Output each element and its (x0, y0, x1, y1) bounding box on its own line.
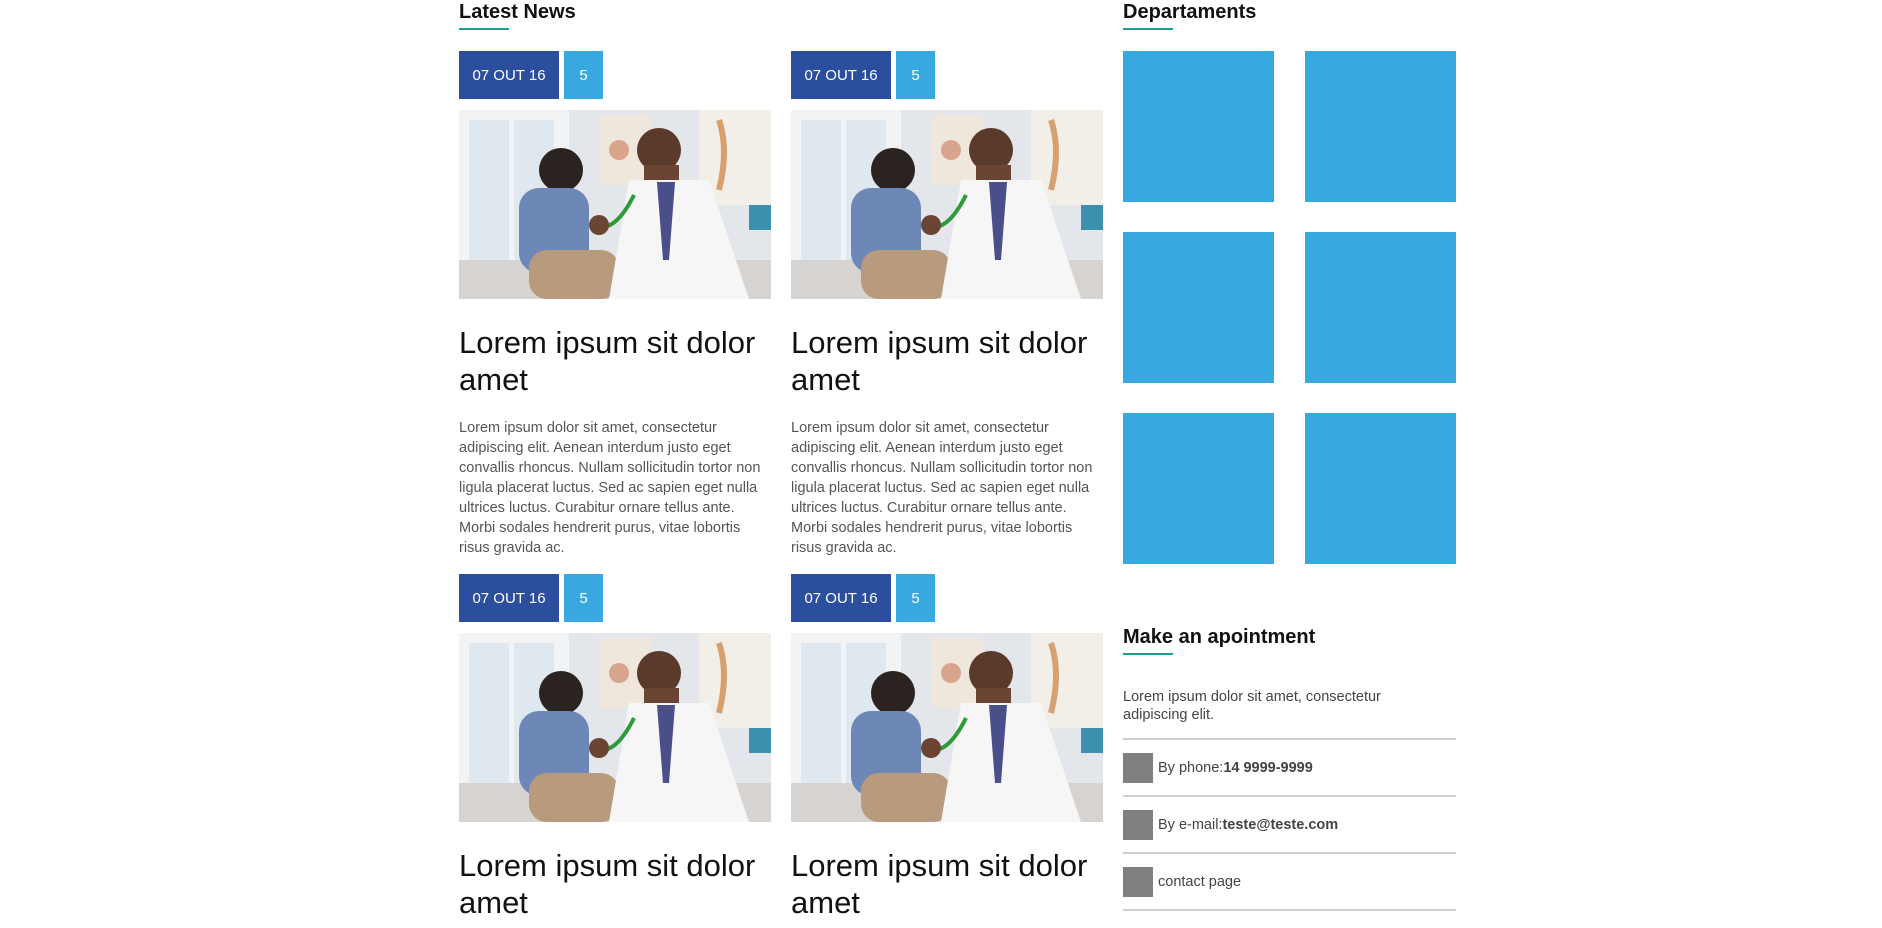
contact-icon (1123, 866, 1153, 897)
contact-row-page[interactable]: contact page (1123, 854, 1456, 911)
news-card[interactable]: 07 OUT 16 5 (791, 574, 1103, 921)
doctor-child-photo (791, 633, 1103, 822)
page-content: Latest News 07 OUT 16 5 Lorem ipsum sit … (459, 0, 1456, 928)
phone-value[interactable]: 14 9999-9999 (1223, 760, 1313, 776)
department-tile[interactable] (1305, 232, 1456, 383)
appointment-description: Lorem ipsum dolor sit amet, consectetur … (1123, 689, 1381, 723)
card-meta: 07 OUT 16 5 (459, 574, 771, 622)
email-icon (1123, 809, 1153, 840)
card-meta: 07 OUT 16 5 (459, 51, 771, 99)
comment-count-badge[interactable]: 5 (896, 51, 935, 99)
department-tile[interactable] (1123, 413, 1274, 564)
departments-title: Departaments (1123, 1, 1257, 23)
latest-news-title: Latest News (459, 1, 576, 23)
doctor-child-photo (459, 110, 771, 299)
sidebar: Departaments Make an apointment Lorem ip… (1123, 0, 1456, 911)
news-title[interactable]: Lorem ipsum sit dolor amet (791, 324, 1103, 398)
email-value[interactable]: teste@teste.com (1222, 817, 1338, 833)
phone-icon (1123, 752, 1153, 783)
date-badge: 07 OUT 16 (791, 574, 891, 622)
date-badge: 07 OUT 16 (459, 574, 559, 622)
card-meta: 07 OUT 16 5 (791, 574, 1103, 622)
news-image[interactable] (459, 110, 771, 299)
card-meta: 07 OUT 16 5 (791, 51, 1103, 99)
news-card[interactable]: 07 OUT 16 5 (791, 51, 1103, 558)
contact-label: By phone: (1158, 759, 1224, 776)
news-title[interactable]: Lorem ipsum sit dolor amet (791, 847, 1103, 921)
news-title[interactable]: Lorem ipsum sit dolor amet (459, 847, 771, 921)
title-underline (459, 28, 509, 30)
news-image[interactable] (459, 633, 771, 822)
news-excerpt: Lorem ipsum dolor sit amet, consectetur … (459, 420, 761, 556)
department-tile[interactable] (1123, 51, 1274, 202)
date-badge: 07 OUT 16 (459, 51, 559, 99)
news-title[interactable]: Lorem ipsum sit dolor amet (459, 324, 771, 398)
news-card[interactable]: 07 OUT 16 5 (459, 574, 771, 921)
title-underline (1123, 653, 1173, 655)
department-tile[interactable] (1123, 232, 1274, 383)
appointment-section: Make an apointment Lorem ipsum dolor sit… (1123, 625, 1456, 911)
department-tile[interactable] (1305, 413, 1456, 564)
contact-row-phone[interactable]: By phone: 14 9999-9999 (1123, 740, 1456, 797)
comment-count-badge[interactable]: 5 (564, 574, 603, 622)
contact-row-email[interactable]: By e-mail: teste@teste.com (1123, 797, 1456, 854)
comment-count-badge[interactable]: 5 (896, 574, 935, 622)
latest-news-section: Latest News 07 OUT 16 5 Lorem ipsum sit … (459, 0, 1103, 920)
news-image[interactable] (791, 633, 1103, 822)
doctor-child-photo (791, 110, 1103, 299)
contact-label: By e-mail: (1158, 816, 1223, 833)
news-image[interactable] (791, 110, 1103, 299)
appointment-title: Make an apointment (1123, 626, 1316, 648)
comment-count-badge[interactable]: 5 (564, 51, 603, 99)
department-tile[interactable] (1305, 51, 1456, 202)
contact-list: By phone: 14 9999-9999 By e-mail: teste@… (1123, 738, 1456, 911)
title-underline (1123, 28, 1173, 30)
news-card[interactable]: 07 OUT 16 5 (459, 51, 771, 558)
date-badge: 07 OUT 16 (791, 51, 891, 99)
contact-page-link[interactable]: contact page (1158, 874, 1241, 890)
doctor-child-photo (459, 633, 771, 822)
news-excerpt: Lorem ipsum dolor sit amet, consectetur … (791, 420, 1093, 556)
